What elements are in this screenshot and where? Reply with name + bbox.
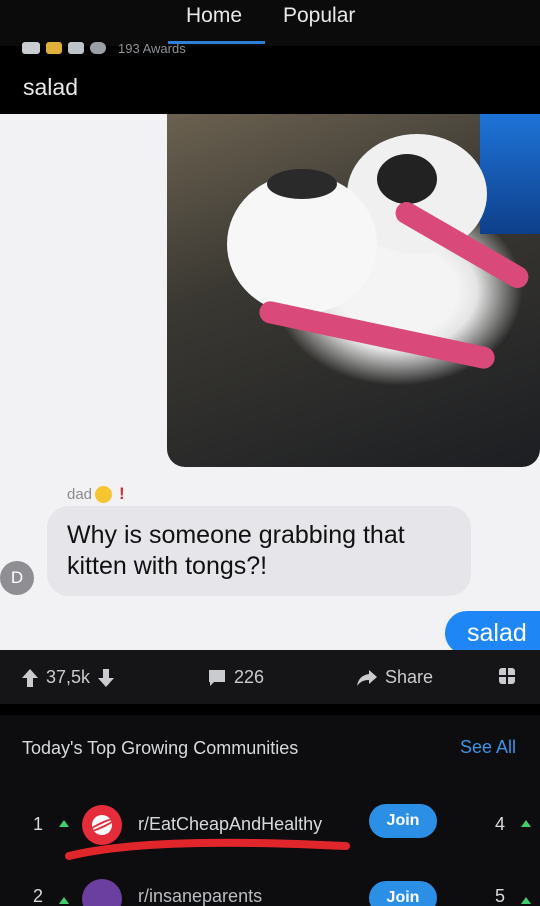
- award-gift-icon[interactable]: [499, 668, 515, 684]
- tab-popular[interactable]: Popular: [283, 4, 355, 28]
- community-name[interactable]: r/EatCheapAndHealthy: [138, 814, 322, 835]
- avatar: D: [0, 561, 34, 595]
- awards-count: 193 Awards: [118, 40, 186, 56]
- community-rank: 2: [33, 886, 44, 906]
- post-image[interactable]: dad ! Why is someone grabbing that kitte…: [0, 114, 540, 650]
- award-icon: [68, 42, 84, 54]
- community-rank-secondary: 4: [495, 814, 506, 834]
- downvote-icon[interactable]: [98, 668, 115, 687]
- awards-row[interactable]: 193 Awards: [22, 38, 186, 58]
- post-title[interactable]: salad: [23, 74, 78, 101]
- post-action-bar: 37,5k 226 Share: [0, 650, 540, 704]
- top-growing-communities: Today's Top Growing Communities See All: [0, 715, 540, 906]
- comment-count: 226: [234, 667, 265, 687]
- join-button[interactable]: Join: [369, 881, 437, 906]
- rising-arrow-icon: [59, 820, 69, 827]
- comment-icon: [209, 669, 225, 686]
- exclamation-icon: !: [119, 484, 125, 503]
- comments-button[interactable]: 226: [208, 667, 264, 688]
- tab-home[interactable]: Home: [186, 4, 242, 28]
- join-button[interactable]: Join: [369, 804, 437, 838]
- sender-name: dad: [67, 485, 93, 503]
- community-name[interactable]: r/insaneparents: [138, 886, 262, 906]
- community-rank: 1: [33, 814, 44, 834]
- kitten-photo: [167, 114, 540, 467]
- outgoing-message-bubble: salad: [445, 611, 540, 650]
- grin-emoji-icon: [95, 485, 113, 503]
- rising-arrow-icon: [521, 897, 531, 904]
- rising-arrow-icon: [59, 897, 69, 904]
- award-icon: [46, 42, 62, 54]
- tongs-lower: [257, 299, 497, 371]
- community-rank-secondary: 5: [495, 886, 506, 906]
- incoming-message-bubble: Why is someone grabbing that kitten with…: [47, 506, 471, 596]
- award-icon: [90, 42, 106, 54]
- vote-control: 37,5k: [22, 667, 115, 688]
- sender-label: dad !: [67, 484, 125, 504]
- monitor-glow: [480, 114, 540, 234]
- rising-arrow-icon: [521, 820, 531, 827]
- vote-count: 37,5k: [46, 667, 91, 687]
- award-icon: [22, 42, 40, 54]
- see-all-link[interactable]: See All: [460, 737, 516, 758]
- red-annotation-underline: [65, 838, 350, 860]
- divider: [0, 704, 540, 715]
- section-title: Today's Top Growing Communities: [22, 738, 299, 758]
- share-button[interactable]: Share: [357, 667, 433, 688]
- share-icon: [357, 669, 377, 686]
- share-label: Share: [385, 667, 434, 687]
- kitten-spot: [377, 154, 437, 204]
- community-row[interactable]: 2 r/insaneparents Join 5: [0, 879, 540, 906]
- upvote-icon[interactable]: [22, 668, 38, 687]
- kitten-spot: [267, 169, 337, 199]
